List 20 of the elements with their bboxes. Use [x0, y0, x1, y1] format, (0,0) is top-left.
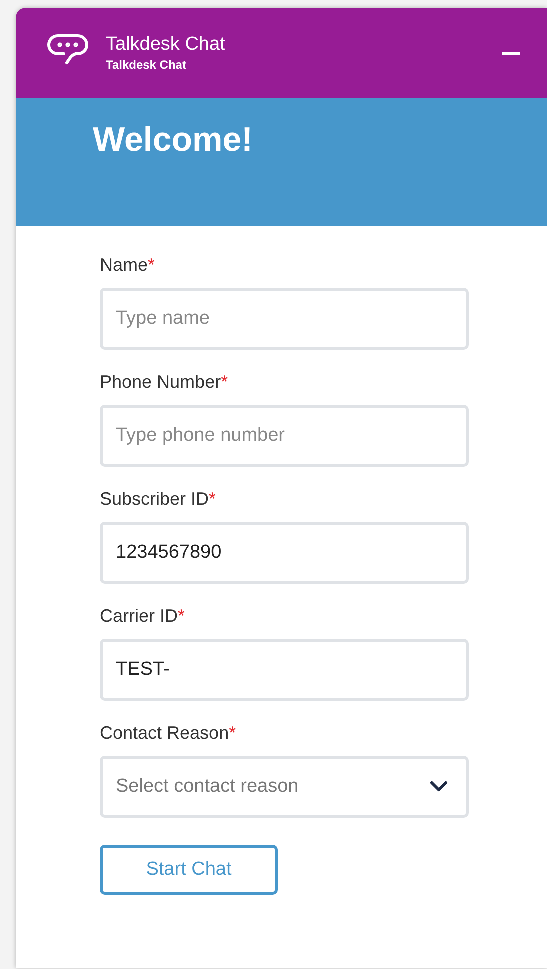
field-label: Subscriber ID	[100, 488, 210, 510]
required-asterisk: *	[221, 371, 228, 393]
chat-title: Talkdesk Chat	[106, 33, 226, 57]
text-field[interactable]: Type phone number	[100, 405, 469, 467]
welcome-heading: Welcome!	[93, 121, 253, 159]
required-asterisk: *	[229, 722, 236, 744]
text-field[interactable]: 1234567890	[100, 522, 469, 584]
required-asterisk: *	[178, 605, 186, 627]
required-asterisk: *	[209, 488, 216, 510]
required-asterisk: *	[148, 254, 156, 276]
text-field[interactable]: Type name	[100, 288, 469, 350]
text-field[interactable]: TEST-	[100, 639, 469, 701]
field-label: Name	[100, 254, 148, 276]
field-label: Carrier ID	[100, 605, 178, 627]
contact-reason-select[interactable]: Select contact reason	[100, 756, 469, 818]
field-label: Contact Reason	[100, 722, 230, 744]
minimize-icon	[502, 52, 520, 54]
chat-subtitle: Talkdesk Chat	[106, 57, 188, 73]
field-label: Phone Number	[100, 371, 222, 393]
chevron-down-icon	[430, 781, 448, 793]
